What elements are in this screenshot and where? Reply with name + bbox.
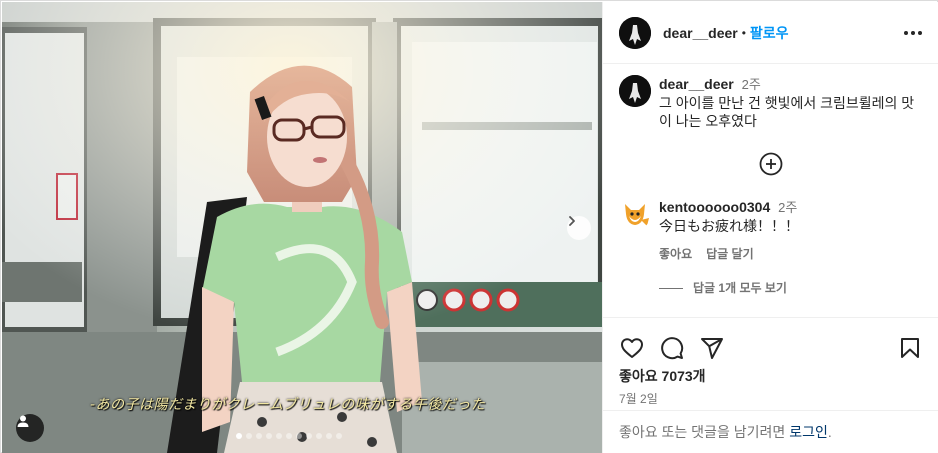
send-icon	[701, 338, 723, 359]
author-avatar-image	[619, 75, 651, 107]
view-replies-button[interactable]: 답글 1개 모두 보기	[659, 279, 923, 297]
login-prompt-text: 좋아요 또는 댓글을 남기려면	[619, 424, 786, 440]
user-icon	[17, 415, 29, 427]
comment-username[interactable]: dear__deer	[659, 76, 734, 92]
carousel-dot	[236, 433, 242, 439]
more-options-icon[interactable]	[904, 25, 922, 41]
avatar[interactable]	[619, 198, 651, 230]
tagged-users-button[interactable]	[16, 414, 44, 442]
comment-reply-button[interactable]: 답글 달기	[706, 245, 754, 263]
carousel-dot	[286, 433, 292, 439]
comment-time[interactable]: 2주	[778, 200, 797, 215]
comment-text: 그 아이를 만난 건 햇빛에서 크림브륄레의 맛이 나는 오후였다	[659, 95, 915, 129]
login-prompt-suffix: .	[827, 424, 832, 440]
author-username[interactable]: dear__deer	[663, 25, 738, 41]
login-prompt: 좋아요 또는 댓글을 남기려면 로그인 .	[603, 410, 938, 453]
carousel-dot	[326, 433, 332, 439]
carousel-dot	[276, 433, 282, 439]
comment-body: dear__deer 2주 그 아이를 만난 건 햇빛에서 크림브륄레의 맛이 …	[659, 75, 923, 130]
login-link[interactable]: 로그인	[789, 422, 828, 442]
caption-comment: dear__deer 2주 그 아이를 만난 건 햇빛에서 크림브륄레의 맛이 …	[603, 65, 938, 130]
comment-meta: 좋아요 답글 달기	[659, 245, 923, 263]
replies-divider	[659, 287, 683, 289]
comment-time[interactable]: 2주	[742, 77, 761, 92]
post-side-panel: dear__deer • 팔로우 dear__deer 2주 그 아이를 만난 …	[602, 2, 938, 453]
likes-count[interactable]: 좋아요 7073개	[603, 364, 938, 386]
comment-icon	[661, 337, 684, 360]
carousel-dot	[306, 433, 312, 439]
comment-button[interactable]	[659, 335, 685, 361]
action-bar	[603, 318, 938, 364]
comments-section: dear__deer 2주 그 아이를 만난 건 햇빛에서 크림브륄레의 맛이 …	[603, 65, 938, 317]
view-replies-label[interactable]: 답글 1개 모두 보기	[693, 279, 787, 297]
bookmark-icon	[901, 338, 919, 358]
follow-button[interactable]: 팔로우	[750, 23, 789, 43]
carousel-dot	[336, 433, 342, 439]
heart-icon	[621, 338, 643, 358]
carousel-dot	[266, 433, 272, 439]
carousel-dot	[296, 433, 302, 439]
post-actions-section: 좋아요 7073개 7월 2일	[603, 317, 938, 407]
avatar[interactable]	[619, 16, 651, 49]
header-separator: •	[741, 25, 746, 40]
carousel-dot	[246, 433, 252, 439]
avatar[interactable]	[619, 75, 651, 107]
carousel-dot	[256, 433, 262, 439]
share-button[interactable]	[699, 335, 725, 361]
load-more-comments-button[interactable]	[603, 152, 938, 178]
chevron-right-icon	[569, 216, 575, 226]
author-avatar-image	[619, 16, 651, 49]
comment-text: 今日もお疲れ様！！！	[659, 218, 799, 234]
carousel-dot	[316, 433, 322, 439]
plus-circle-icon	[759, 152, 783, 176]
comment-username[interactable]: kentoooooo0304	[659, 199, 770, 215]
post-header: dear__deer • 팔로우	[603, 2, 938, 64]
carousel-indicator	[236, 433, 342, 439]
photo-caption-overlay: -あの子は陽だまりがクレームブリュレの味がする午後だった	[90, 397, 486, 413]
post-date[interactable]: 7월 2일	[603, 386, 938, 407]
comment-item: kentoooooo0304 2주 今日もお疲れ様！！！ 좋아요 답글 달기 답…	[603, 178, 938, 297]
save-button[interactable]	[897, 335, 923, 361]
comment-like-button[interactable]: 좋아요	[659, 245, 692, 263]
fox-avatar-image	[619, 198, 651, 230]
like-button[interactable]	[619, 335, 645, 361]
post-photo[interactable]: -あの子は陽だまりがクレームブリュレの味がする午後だった	[2, 2, 602, 453]
post-modal: -あの子は陽だまりがクレームブリュレの味がする午後だった dear__deer	[0, 0, 938, 453]
photo-illustration	[2, 2, 602, 453]
comment-body: kentoooooo0304 2주 今日もお疲れ様！！！ 좋아요 답글 달기 답…	[659, 198, 923, 297]
next-slide-button[interactable]	[567, 216, 591, 240]
